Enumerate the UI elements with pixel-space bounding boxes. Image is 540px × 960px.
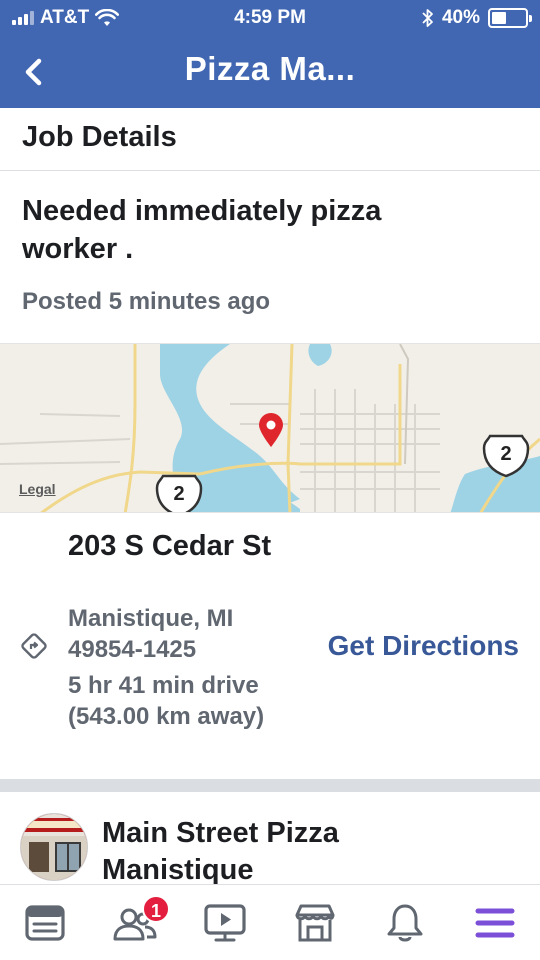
tab-friends[interactable]: 1	[90, 885, 180, 960]
page-row[interactable]: Main Street Pizza Manistique	[0, 792, 540, 888]
drive-time: 5 hr 41 min drive (543.00 km away)	[68, 672, 265, 730]
battery-icon	[488, 8, 532, 28]
marketplace-icon	[295, 904, 335, 942]
battery-indicator: 40%	[422, 7, 532, 29]
job-title: Needed immediately pizza worker .	[22, 195, 382, 265]
section-divider	[0, 779, 540, 792]
bluetooth-icon	[422, 9, 433, 27]
section-title: Job Details	[22, 121, 177, 153]
tab-bar: 1	[0, 884, 540, 960]
section-header: Job Details	[0, 108, 540, 171]
header-bar: AT&T 4:59 PM 40% Pizza Ma...	[0, 0, 540, 108]
map-pin-icon[interactable]	[257, 412, 285, 448]
page-title: Pizza Ma...	[184, 50, 356, 87]
map-legal-link[interactable]: Legal	[19, 481, 56, 497]
route-shield: 2	[155, 474, 203, 512]
route-shield: 2	[482, 434, 530, 478]
news-feed-icon	[25, 905, 65, 941]
notifications-icon	[387, 904, 423, 942]
tab-menu[interactable]	[450, 885, 540, 960]
menu-icon	[475, 908, 515, 938]
location-map[interactable]: 2 2 Legal	[0, 343, 540, 513]
status-bar: AT&T 4:59 PM 40%	[0, 0, 540, 36]
posted-time: Posted 5 minutes ago	[22, 288, 270, 316]
battery-percent: 40%	[441, 7, 480, 28]
watch-icon	[204, 904, 246, 942]
address-street: 203 S Cedar St	[68, 530, 272, 562]
get-directions-link[interactable]: Get Directions	[328, 630, 519, 662]
route-shield-number: 2	[173, 483, 185, 505]
page-name[interactable]: Main Street Pizza Manistique	[102, 815, 432, 888]
tab-notifications[interactable]	[360, 885, 450, 960]
tab-watch[interactable]	[180, 885, 270, 960]
posted-label: Posted	[22, 288, 103, 315]
posted-relative-time: 5 minutes ago	[108, 288, 271, 315]
directions-icon	[21, 633, 47, 659]
route-shield-number: 2	[500, 443, 512, 465]
page-avatar[interactable]	[20, 813, 88, 881]
friends-notification-badge: 1	[142, 895, 170, 923]
tab-marketplace[interactable]	[270, 885, 360, 960]
navigation-bar: Pizza Ma...	[0, 40, 540, 104]
address-city: Manistique, MI 49854-1425	[68, 605, 234, 663]
tab-news-feed[interactable]	[0, 885, 90, 960]
